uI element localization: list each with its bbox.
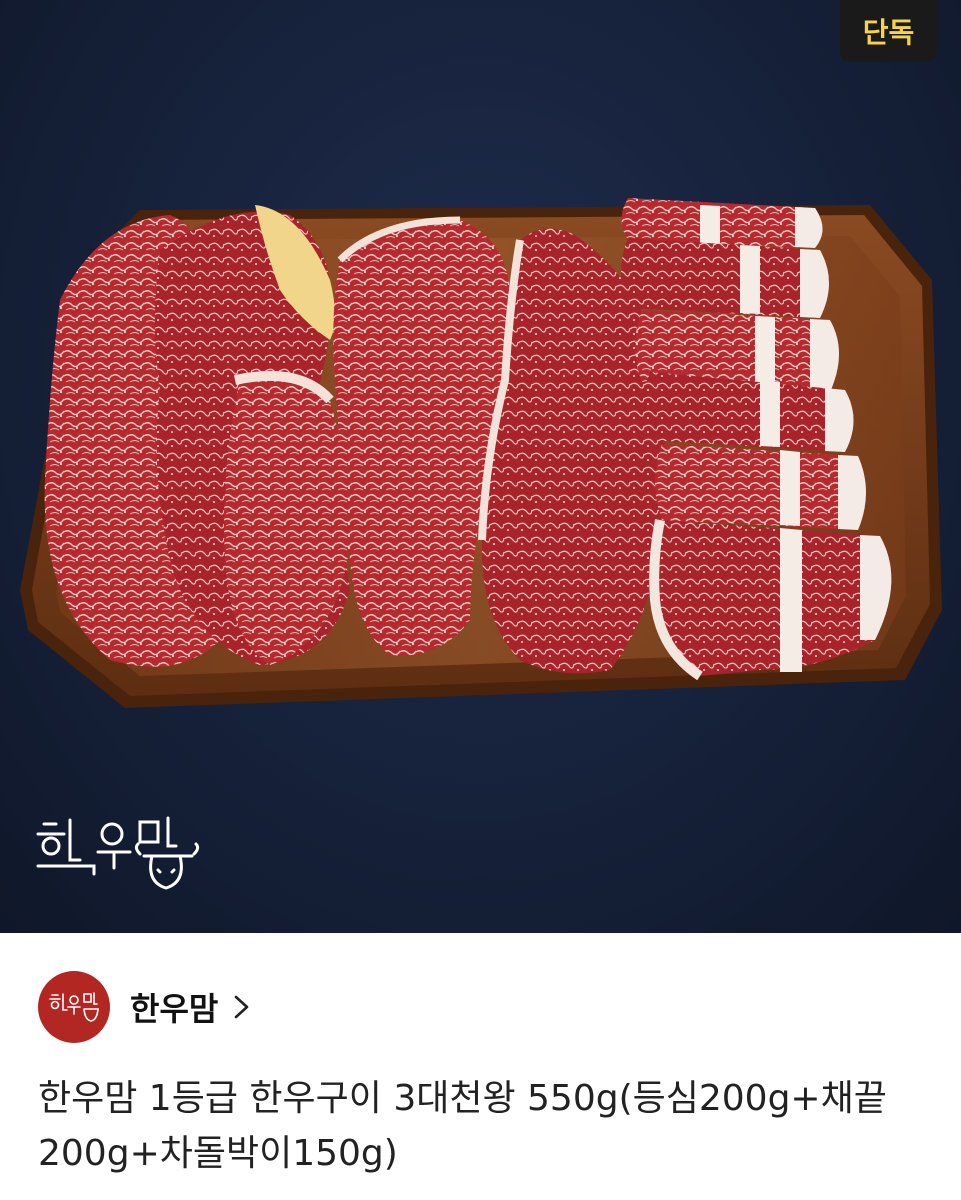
product-title[interactable]: 한우맘 1등급 한우구이 3대천왕 550g(등심200g+채끝200g+차돌박… bbox=[38, 1071, 938, 1181]
product-info-panel: 한우맘 한우맘 1등급 한우구이 3대천왕 550g(등심200g+채끝200g… bbox=[0, 933, 961, 1200]
exclusive-badge: 단독 bbox=[840, 0, 937, 62]
hanwoomam-logo-icon bbox=[49, 992, 99, 1022]
chevron-right-icon[interactable] bbox=[230, 991, 254, 1023]
meat-tray-illustration bbox=[20, 198, 942, 708]
product-hero-image[interactable]: 단독 bbox=[0, 0, 961, 933]
seller-link[interactable]: 한우맘 bbox=[38, 971, 254, 1043]
hanwoomam-logo-icon bbox=[36, 816, 200, 890]
exclusive-badge-label: 단독 bbox=[862, 16, 915, 49]
seller-avatar[interactable] bbox=[38, 971, 110, 1043]
seller-name[interactable]: 한우맘 bbox=[130, 984, 218, 1030]
